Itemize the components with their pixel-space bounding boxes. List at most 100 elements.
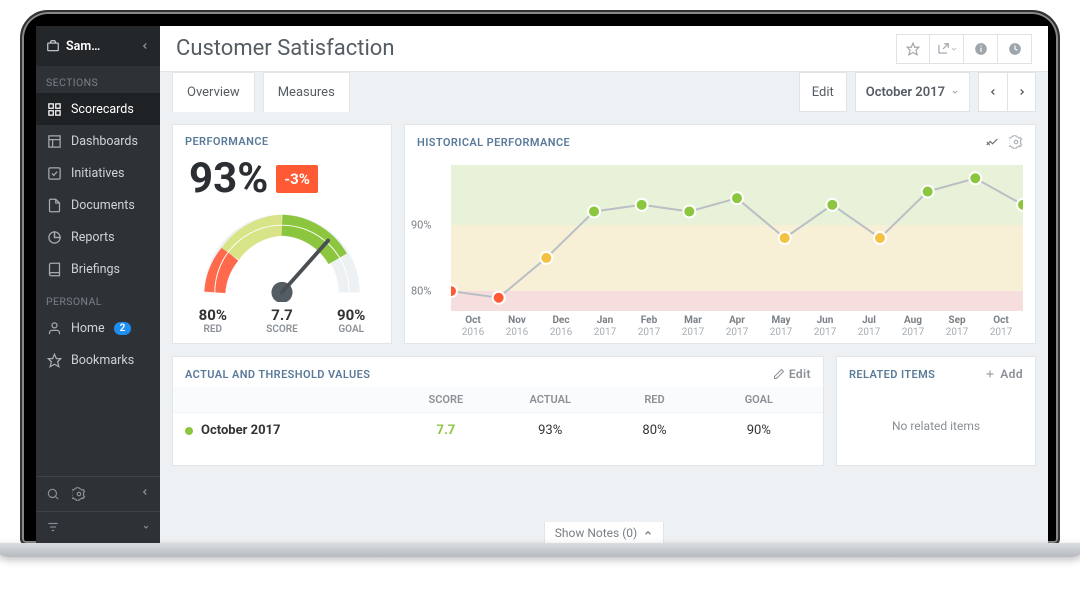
- badge: 2: [114, 322, 132, 335]
- tab-overview[interactable]: Overview: [172, 72, 255, 112]
- values-table-panel: ACTUAL AND THRESHOLD VALUES Edit SCORE A…: [172, 356, 824, 466]
- x-tick: Jan2017: [583, 315, 627, 343]
- sidebar-item-dashboards[interactable]: Dashboards: [36, 125, 160, 157]
- col-goal: GOAL: [707, 393, 811, 406]
- titlebar: Customer Satisfaction: [160, 26, 1048, 72]
- table-row: October 2017 7.7 93% 80% 90%: [173, 413, 823, 448]
- x-tick: Sep2017: [935, 315, 979, 343]
- red-value: 80%: [199, 306, 227, 324]
- score-value: 7.7: [266, 306, 298, 324]
- prev-period-button[interactable]: [979, 73, 1007, 111]
- sidebar-item-briefings[interactable]: Briefings: [36, 253, 160, 285]
- star-icon: [46, 352, 62, 368]
- chart-point[interactable]: [636, 199, 648, 211]
- tab-measures[interactable]: Measures: [263, 72, 350, 112]
- chart-point[interactable]: [451, 285, 457, 297]
- row-red: 80%: [602, 423, 706, 438]
- sidebar-item-label: Scorecards: [71, 102, 134, 117]
- book-icon: [46, 261, 62, 277]
- related-header: RELATED ITEMS: [849, 368, 935, 381]
- page-title: Customer Satisfaction: [176, 36, 395, 61]
- col-actual: ACTUAL: [498, 393, 602, 406]
- org-label: Sam…: [66, 39, 100, 54]
- history-button[interactable]: [998, 34, 1032, 64]
- performance-header: PERFORMANCE: [173, 125, 391, 154]
- tab-row: Overview Measures Edit October 2017: [160, 72, 1048, 112]
- historical-panel: HISTORICAL PERFORMANCE 80%90% Oct2016Nov…: [404, 124, 1036, 344]
- x-tick: Aug2017: [891, 315, 935, 343]
- chart-point[interactable]: [922, 186, 934, 198]
- sidebar-filter-row[interactable]: [36, 511, 160, 544]
- file-icon: [46, 197, 62, 213]
- performance-panel: PERFORMANCE 93% -3%: [172, 124, 392, 344]
- table-columns: SCORE ACTUAL RED GOAL: [173, 387, 823, 413]
- row-score: 7.7: [394, 423, 498, 438]
- sidebar-item-documents[interactable]: Documents: [36, 189, 160, 221]
- grid-icon: [46, 101, 62, 117]
- sidebar-utility-row: [36, 476, 160, 511]
- gear-icon[interactable]: [1009, 135, 1023, 149]
- sidebar-item-label: Briefings: [71, 262, 120, 277]
- export-button[interactable]: [930, 34, 964, 64]
- related-empty: No related items: [837, 387, 1035, 465]
- info-button[interactable]: [964, 34, 998, 64]
- gear-icon[interactable]: [72, 487, 86, 501]
- briefcase-icon: [46, 39, 60, 53]
- chart-point[interactable]: [969, 172, 981, 184]
- sidebar-personal-header: PERSONAL: [36, 285, 160, 312]
- chart-point[interactable]: [826, 199, 838, 211]
- chevron-down-icon: [951, 88, 959, 96]
- org-switcher[interactable]: Sam…: [36, 26, 160, 66]
- period-nav: [978, 72, 1036, 112]
- star-button[interactable]: [896, 34, 930, 64]
- sidebar: Sam… SECTIONS ScorecardsDashboardsInitia…: [36, 26, 160, 544]
- sidebar-item-label: Bookmarks: [71, 353, 134, 368]
- x-tick: Dec2016: [539, 315, 583, 343]
- related-panel: RELATED ITEMS Add No related items: [836, 356, 1036, 466]
- chart-point[interactable]: [493, 292, 505, 304]
- chart-point[interactable]: [1017, 199, 1023, 211]
- status-dot: [185, 427, 193, 435]
- check-icon: [46, 165, 62, 181]
- x-tick: Oct2016: [451, 315, 495, 343]
- chart-point[interactable]: [731, 192, 743, 204]
- show-notes-button[interactable]: Show Notes (0): [544, 522, 664, 544]
- edit-button[interactable]: Edit: [799, 72, 847, 112]
- content-grid: PERFORMANCE 93% -3%: [160, 112, 1048, 532]
- next-period-button[interactable]: [1007, 73, 1035, 111]
- sidebar-item-initiatives[interactable]: Initiatives: [36, 157, 160, 189]
- chevron-down-icon: [142, 523, 150, 531]
- row-period: October 2017: [201, 423, 280, 438]
- red-label: RED: [199, 324, 227, 335]
- x-tick: Feb2017: [627, 315, 671, 343]
- sidebar-item-reports[interactable]: Reports: [36, 221, 160, 253]
- collapse-icon[interactable]: [140, 487, 150, 501]
- sidebar-item-scorecards[interactable]: Scorecards: [36, 93, 160, 125]
- chart-point[interactable]: [683, 205, 695, 217]
- plus-icon: [984, 368, 996, 380]
- sidebar-item-home[interactable]: Home2: [36, 312, 160, 344]
- historical-header: HISTORICAL PERFORMANCE: [417, 136, 570, 149]
- sidebar-item-label: Documents: [71, 198, 135, 213]
- chart-box: 80%90% Oct2016Nov2016Dec2016Jan2017Feb20…: [405, 155, 1035, 343]
- chart-point[interactable]: [874, 232, 886, 244]
- laptop-frame: Sam… SECTIONS ScorecardsDashboardsInitia…: [20, 10, 1060, 545]
- search-icon[interactable]: [46, 487, 60, 501]
- sidebar-item-label: Initiatives: [71, 166, 124, 181]
- performance-meta: 80%RED 7.7SCORE 90%GOAL: [173, 302, 391, 345]
- app-screen: Sam… SECTIONS ScorecardsDashboardsInitia…: [36, 26, 1048, 544]
- chart-point[interactable]: [588, 205, 600, 217]
- user-icon: [46, 320, 62, 336]
- sidebar-item-bookmarks[interactable]: Bookmarks: [36, 344, 160, 376]
- gauge: [173, 206, 391, 302]
- performance-delta: -3%: [276, 165, 318, 193]
- chart-point[interactable]: [779, 232, 791, 244]
- table-edit-button[interactable]: Edit: [773, 367, 811, 381]
- period-select[interactable]: October 2017: [855, 72, 970, 112]
- goal-label: GOAL: [337, 324, 365, 335]
- layout-icon: [46, 133, 62, 149]
- chart-point[interactable]: [540, 252, 552, 264]
- chart-type-icon[interactable]: [985, 135, 999, 149]
- period-label: October 2017: [866, 85, 945, 100]
- related-add-button[interactable]: Add: [984, 367, 1023, 381]
